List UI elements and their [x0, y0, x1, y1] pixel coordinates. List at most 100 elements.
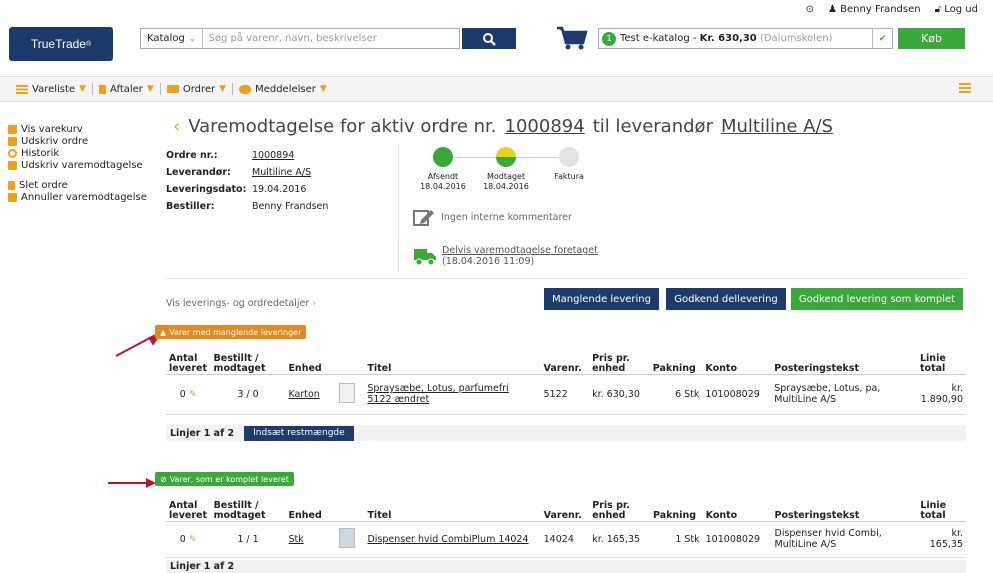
col-qty-line1: Antal [169, 499, 198, 511]
product-title-line2[interactable]: 5122 ændret [367, 394, 537, 405]
product-thumbnail[interactable] [339, 382, 356, 403]
chevron-down-icon: ⌄ [188, 34, 196, 43]
info-row: Ordre nr.: 1000894 [166, 150, 328, 167]
buyer-name: Benny Frandsen [252, 201, 329, 212]
edit-icon [413, 210, 434, 226]
chevron-down-icon[interactable]: ✔︎ [872, 29, 892, 48]
delivery-time: (18.04.2016 11:09) [442, 256, 535, 267]
catalog-select[interactable]: 1 Test e-katalog - Kr. 630,30 (Dalumskol… [598, 28, 893, 49]
price-cell: kr. 630,30 [592, 388, 640, 400]
logout-label: Log ud [944, 4, 978, 15]
insert-remaining-button[interactable]: Indsæt restmængde [244, 425, 354, 441]
pencil-icon[interactable]: ✎ [189, 534, 197, 545]
col-title: Titel [367, 509, 392, 521]
col-qty-line2: leveret [169, 509, 208, 521]
comment-row[interactable]: Ingen interne kommentarer [413, 208, 572, 226]
sidebar-item-slet-ordre[interactable]: Slet ordre [8, 179, 147, 191]
trash-icon [8, 180, 15, 190]
search-category-select[interactable]: Katalog ⌄ [141, 29, 203, 48]
settings-icon[interactable]: ⊙ [806, 4, 814, 15]
chevron-right-icon: › [312, 298, 317, 309]
sidebar-item-udskriv-varemodtagelse[interactable]: Udskriv varemodtagelse [8, 159, 147, 171]
order-info: Ordre nr.: 1000894 Leverandør: Multiline A… [166, 150, 328, 218]
col-total-line2: total [920, 509, 946, 521]
user-menu[interactable]: ♟ Benny Frandsen [828, 4, 921, 15]
image-cell [336, 374, 364, 414]
qty-cell[interactable]: 0 ✎ [166, 374, 211, 414]
sidebar-item-annuller-varemodtagelse[interactable]: Annuller varemodtagelse [8, 191, 147, 203]
total-line1: kr. [951, 528, 963, 539]
nav-vareliste[interactable]: Vareliste ▼ [10, 84, 92, 95]
approve-complete-button[interactable]: Godkend levering som komplet [791, 288, 963, 310]
sidebar-item-label: Vis varekurv [21, 123, 83, 135]
title-order-link[interactable]: 1000894 [505, 116, 585, 137]
catalog-amount: Kr. 630,30 [699, 33, 757, 44]
warning-icon: ▲ [160, 327, 167, 337]
lines-count: Linjer 1 af 2 [170, 561, 235, 572]
product-thumbnail[interactable] [339, 527, 356, 548]
table-header: Antal leveret Bestillt / modtaget Enhed Ti… [166, 344, 966, 374]
info-divider [398, 144, 399, 272]
nav-ordrer-label: Ordrer [182, 83, 216, 95]
sidebar-item-historik[interactable]: Historik [8, 147, 147, 159]
col-total-line1: Linie [920, 352, 946, 364]
qty-cell[interactable]: 0 ✎ [166, 521, 211, 557]
chevron-down-icon: ▼ [146, 84, 154, 94]
missing-items-badge: ▲ Varer med manglende leveringer [155, 325, 307, 339]
details-link[interactable]: Vis leverings- og ordredetaljer › [166, 298, 316, 309]
col-posting: Posteringstekst [774, 362, 860, 374]
total-line2: 165,35 [929, 539, 963, 550]
delivery-status: Delvis varemodtagelse foretaget (18.04.2… [413, 245, 598, 267]
col-price-line2: enhed [592, 509, 626, 521]
search-input[interactable]: Søg på varenr, navn, beskrivelser [203, 33, 377, 44]
menu-icon[interactable] [959, 83, 971, 95]
back-chevron-icon[interactable]: ‹ [173, 116, 180, 137]
buy-button[interactable]: Køb [898, 28, 965, 49]
nav-meddelelser[interactable]: Meddelelser ▼ [233, 84, 333, 95]
sidebar-item-vis-varekurv[interactable]: Vis varekurv [8, 123, 147, 135]
complete-table-footer: Linjer 1 af 2 [166, 560, 966, 573]
sidebar-item-udskriv-ordre[interactable]: Udskriv ordre [8, 135, 147, 147]
order-number-link[interactable]: 1000894 [252, 150, 294, 167]
col-total-line1: Linie [920, 499, 947, 511]
itemno-cell: 14024 [543, 533, 574, 545]
col-account: Konto [705, 362, 737, 374]
approve-partial-button[interactable]: Godkend dellevering [666, 288, 786, 310]
unit-link[interactable]: Stk [285, 521, 336, 557]
truetrade-logo[interactable]: TrueTrade ® [9, 27, 113, 61]
posting-line2: MultiLine A/S [774, 539, 837, 550]
sidebar-item-label: Udskriv ordre [21, 135, 89, 147]
missing-items-table: Antal leveret Bestillt / modtaget Enhed Ti… [166, 344, 966, 415]
complete-items-badge: ⊘ Varer, som er komplet leveret [155, 472, 294, 486]
unit-link[interactable]: Karton [285, 374, 336, 414]
nav-ordrer[interactable]: Ordrer ▼ [161, 84, 232, 95]
search-button[interactable] [462, 28, 516, 49]
logout-link[interactable]: 🔓︎ Log ud [935, 4, 978, 15]
product-title-link[interactable]: Dispenser hvid CombiPlum 14024 [364, 521, 540, 557]
col-qty-line2: leveret [169, 362, 208, 374]
delivery-text: Delvis varemodtagelse foretaget (18.04.2… [442, 245, 598, 267]
col-ordered-line1: Bestillt / [213, 352, 259, 364]
nav-aftaler[interactable]: Aftaler ▼ [93, 84, 160, 95]
nav-vareliste-label: Vareliste [32, 83, 76, 95]
document-icon [99, 84, 106, 94]
cart-icon[interactable] [555, 25, 589, 51]
title-cell: Spraysæbe, Lotus, parfumefri 5122 ændret [364, 374, 540, 414]
col-total-line2: total [920, 362, 946, 374]
info-row: Leverandør: Multiline A/S [166, 167, 328, 184]
pencil-icon[interactable]: ✎ [189, 389, 197, 400]
title-supplier-link[interactable]: Multiline A/S [721, 116, 833, 137]
delivery-link[interactable]: Delvis varemodtagelse foretaget [442, 245, 598, 256]
info-label: Leverandør: [166, 167, 231, 178]
nav-meddelelser-label: Meddelelser [255, 83, 316, 95]
supplier-link[interactable]: Multiline A/S [252, 167, 311, 184]
product-title-link[interactable]: Spraysæbe, Lotus, parfumefri [367, 383, 537, 394]
annotation-arrow [108, 482, 148, 484]
missing-table-footer: Linjer 1 af 2 Indsæt restmængde [166, 425, 966, 441]
pack-cell: 1 Stk [675, 533, 700, 545]
search-category-label: Katalog [147, 33, 185, 44]
col-image [336, 491, 364, 521]
printer-icon [8, 136, 17, 146]
missing-delivery-button[interactable]: Manglende levering [544, 288, 659, 310]
page-title: ‹ Varemodtagelse for aktiv ordre nr. 100… [173, 116, 833, 137]
